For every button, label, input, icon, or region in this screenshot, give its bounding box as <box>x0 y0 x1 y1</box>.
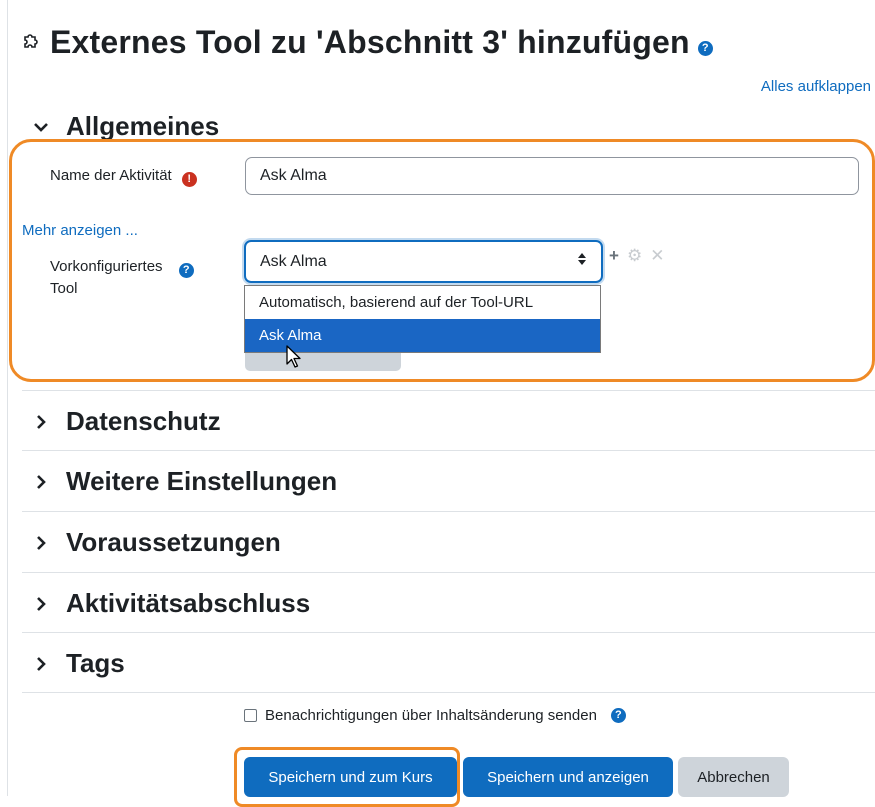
left-border <box>7 0 8 796</box>
tool-action-icons: + ⚙ ✕ <box>609 246 664 266</box>
dropdown-option-automatic[interactable]: Automatisch, basierend auf der Tool-URL <box>245 286 600 319</box>
section-divider <box>22 450 875 451</box>
close-icon[interactable]: ✕ <box>650 246 664 266</box>
section-completion-label: Aktivitätsabschluss <box>66 588 311 618</box>
chevron-right-icon <box>30 474 52 490</box>
select-arrows-icon <box>577 252 587 271</box>
gear-icon[interactable]: ⚙ <box>627 246 642 266</box>
puzzle-icon <box>22 30 42 55</box>
section-restrictions-toggle[interactable]: Voraussetzungen <box>30 527 281 558</box>
section-divider <box>22 511 875 512</box>
section-divider <box>22 632 875 633</box>
notify-label: Benachrichtigungen über Inhaltsänderung … <box>265 707 597 724</box>
section-more-settings-toggle[interactable]: Weitere Einstellungen <box>30 466 337 497</box>
mouse-cursor-icon <box>286 345 302 374</box>
preconfigured-tool-dropdown: Automatisch, basierend auf der Tool-URL … <box>244 285 601 353</box>
save-and-return-button[interactable]: Speichern und zum Kurs <box>244 757 457 797</box>
chevron-down-icon <box>30 121 52 133</box>
chevron-right-icon <box>30 535 52 551</box>
question-circle-icon[interactable]: ? <box>178 263 194 278</box>
section-privacy-toggle[interactable]: Datenschutz <box>30 406 221 437</box>
select-value: Ask Alma <box>260 252 327 270</box>
page-heading: Externes Tool zu 'Abschnitt 3' hinzufüge… <box>22 20 713 64</box>
chevron-right-icon <box>30 596 52 612</box>
section-divider <box>22 692 875 693</box>
name-field-label-text: Name der Aktivität <box>50 167 172 184</box>
expand-all-link[interactable]: Alles aufklappen <box>761 78 871 95</box>
notify-checkbox[interactable] <box>244 709 257 722</box>
section-general-label: Allgemeines <box>66 111 220 141</box>
section-tags-toggle[interactable]: Tags <box>30 648 125 679</box>
preconfigured-tool-label-line2: Tool <box>50 280 78 297</box>
section-divider <box>22 390 875 391</box>
section-tags-label: Tags <box>66 648 125 678</box>
section-privacy-label: Datenschutz <box>66 406 221 436</box>
notify-row: Benachrichtigungen über Inhaltsänderung … <box>244 707 626 724</box>
activity-name-input[interactable]: Ask Alma <box>245 157 859 195</box>
preconfigured-tool-label: Vorkonfiguriertes ? Tool <box>50 256 194 299</box>
plus-icon[interactable]: + <box>609 246 619 266</box>
chevron-right-icon <box>30 414 52 430</box>
section-restrictions-label: Voraussetzungen <box>66 527 281 557</box>
show-more-link[interactable]: Mehr anzeigen ... <box>22 222 138 239</box>
question-circle-icon[interactable]: ? <box>697 40 713 56</box>
exclamation-circle-icon: ! <box>181 171 197 187</box>
section-divider <box>22 572 875 573</box>
save-and-display-button[interactable]: Speichern und anzeigen <box>463 757 673 797</box>
cancel-button[interactable]: Abbrechen <box>678 757 789 797</box>
section-completion-toggle[interactable]: Aktivitätsabschluss <box>30 588 310 619</box>
question-circle-icon[interactable]: ? <box>610 708 626 723</box>
preconfigured-tool-select[interactable]: Ask Alma <box>244 240 603 283</box>
chevron-right-icon <box>30 656 52 672</box>
section-more-settings-label: Weitere Einstellungen <box>66 466 338 496</box>
name-field-label: Name der Aktivität! <box>50 167 197 187</box>
preconfigured-tool-label-line1: Vorkonfiguriertes <box>50 258 163 275</box>
section-general-toggle[interactable]: Allgemeines <box>30 111 219 142</box>
page-title: Externes Tool zu 'Abschnitt 3' hinzufüge… <box>50 23 690 60</box>
